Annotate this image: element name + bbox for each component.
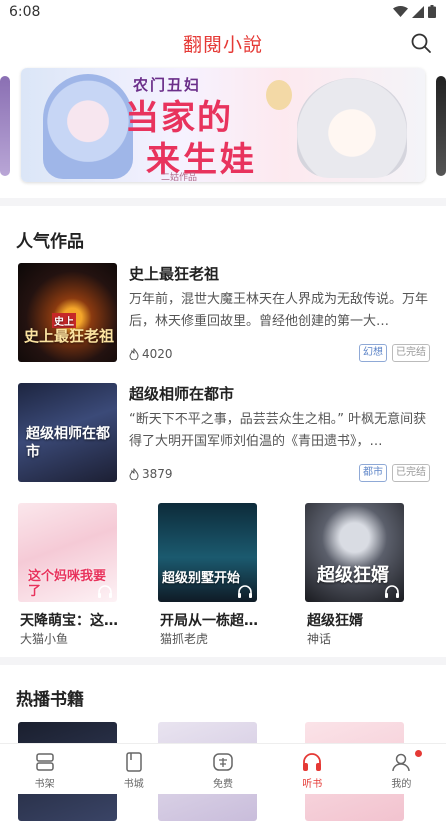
audiobook-author: 神话: [307, 632, 332, 646]
tab-label: 免费: [213, 779, 233, 790]
banner-slide[interactable]: 农门丑妇 当家的 来生娃 二姑作品: [21, 68, 425, 182]
cover-title: 史上最狂老祖: [24, 327, 115, 345]
book-description: 万年前，混世大魔王林天在人界成为无敌传说。万年后，林天修重回故里。曾经他创建的第…: [129, 292, 429, 329]
status-tag: 已完结: [392, 344, 430, 362]
book-title[interactable]: 超级相师在都市: [129, 383, 234, 404]
banner-character-left: [43, 74, 133, 179]
notification-badge: [415, 750, 423, 757]
book-item[interactable]: 超级相师在都市 超级相师在都市 “断天下不平之事，品芸芸众生之相。” 叶枫无意间…: [18, 383, 430, 483]
cover-title: 这个妈咪我要了: [28, 569, 107, 599]
audiobook-cover[interactable]: 这个妈咪我要了: [18, 503, 117, 602]
cover-title: 超级相师在都市: [26, 426, 110, 460]
system-icons: [393, 5, 436, 18]
headphones-icon: [238, 585, 252, 598]
section-divider: [0, 657, 446, 665]
battery-icon: [428, 5, 436, 18]
audiobook-title[interactable]: 天降萌宝：这…: [20, 610, 118, 630]
genre-tag: 幻想: [359, 344, 387, 362]
banner-character-right: [297, 78, 407, 178]
section-divider: [0, 198, 446, 206]
tab-audiobooks[interactable]: 听书: [268, 744, 357, 794]
status-bar: 6:08: [0, 0, 446, 26]
search-icon[interactable]: [410, 32, 432, 54]
book-cover[interactable]: 超级相师在都市: [18, 383, 117, 482]
cover-title: 超级狂婿: [317, 565, 389, 586]
audiobook-cover[interactable]: 超级狂婿: [305, 503, 404, 602]
audiobook-card[interactable]: 超级别墅开始 开局从一栋超… 猫抓老虎: [158, 503, 258, 646]
section-title-popular: 人气作品: [16, 232, 84, 252]
book-title[interactable]: 史上最狂老祖: [129, 263, 219, 284]
read-count-value: 4020: [142, 347, 173, 361]
audiobook-title[interactable]: 超级狂婿: [307, 610, 363, 630]
bookstore-icon: [126, 752, 142, 772]
read-count: 3879: [129, 467, 173, 481]
wifi-icon: [393, 5, 408, 17]
audiobook-card[interactable]: 超级狂婿 超级狂婿 神话: [305, 503, 405, 646]
audiobook-author: 猫抓老虎: [160, 632, 209, 646]
banner-prev-peek[interactable]: [0, 76, 10, 176]
tab-bookshelf[interactable]: 书架: [0, 744, 89, 794]
banner-caption: 二姑作品: [161, 173, 198, 182]
read-count-value: 3879: [142, 467, 173, 481]
tab-free[interactable]: 免费: [178, 744, 267, 794]
bottom-tab-bar: 书架 书城 免费 听书 我的: [0, 743, 446, 794]
book-tags: 幻想 已完结: [359, 344, 430, 362]
book-item[interactable]: 史上 史上最狂老祖 史上最狂老祖 万年前，混世大魔王林天在人界成为无敌传说。万年…: [18, 263, 430, 363]
headphones-icon: [385, 585, 399, 598]
fire-icon: [129, 468, 139, 480]
fire-icon: [129, 348, 139, 360]
bookshelf-icon: [35, 753, 54, 771]
audiobook-card[interactable]: 这个妈咪我要了 天降萌宝：这… 大猫小鱼: [18, 503, 118, 646]
tab-bookstore[interactable]: 书城: [89, 744, 178, 794]
app-title: 翻閱小說: [182, 34, 263, 56]
tab-label: 我的: [391, 779, 412, 790]
book-description: “断天下不平之事，品芸芸众生之相。” 叶枫无意间获得了大明开国军师刘伯温的《青田…: [129, 412, 427, 449]
tab-profile[interactable]: 我的: [357, 744, 446, 794]
free-icon: [213, 753, 233, 771]
profile-icon: [392, 753, 411, 772]
genre-tag: 都市: [359, 464, 387, 482]
status-tag: 已完结: [392, 464, 430, 482]
status-time: 6:08: [9, 4, 41, 20]
headphones-icon: [303, 753, 322, 771]
tab-label: 书架: [34, 779, 55, 790]
audiobook-author: 大猫小鱼: [20, 632, 69, 646]
headphones-icon: [98, 585, 112, 598]
book-cover[interactable]: 史上 史上最狂老祖: [18, 263, 117, 362]
banner-chibi: [266, 80, 292, 110]
section-title-hot: 热播书籍: [16, 690, 84, 710]
read-count: 4020: [129, 347, 173, 361]
tab-label: 听书: [302, 779, 323, 790]
audiobook-cover[interactable]: 超级别墅开始: [158, 503, 257, 602]
audiobook-title[interactable]: 开局从一栋超…: [160, 610, 258, 630]
tab-label: 书城: [123, 779, 144, 790]
signal-icon: [412, 5, 424, 18]
cover-title: 超级别墅开始: [162, 571, 241, 586]
banner-next-peek[interactable]: [436, 76, 446, 176]
book-tags: 都市 已完结: [359, 464, 430, 482]
app-bar: 翻閱小說: [0, 26, 446, 64]
banner-carousel[interactable]: 农门丑妇 当家的 来生娃 二姑作品: [0, 68, 446, 184]
